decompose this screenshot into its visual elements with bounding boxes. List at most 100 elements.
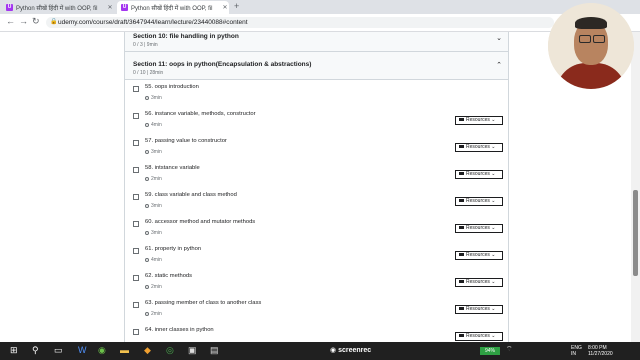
resources-label: Resources xyxy=(466,306,490,312)
lecture-item[interactable]: 58. intstance variable 2min Resources ⌄ xyxy=(124,161,509,188)
browser-tab-2[interactable]: Ü Python सीखें हिंदी में with OOP, fil ✕ xyxy=(117,1,229,14)
resources-label: Resources xyxy=(466,333,490,339)
lecture-item[interactable]: 63. passing member of class to another c… xyxy=(124,296,509,323)
date-text: 11/27/2020 xyxy=(588,351,613,357)
lecture-item[interactable]: 57. passing value to constructor 3min Re… xyxy=(124,134,509,161)
resources-button[interactable]: Resources ⌄ xyxy=(455,170,503,179)
new-tab-button[interactable]: + xyxy=(234,1,239,11)
back-arrow-icon[interactable]: ← xyxy=(6,16,15,26)
chevron-down-icon: ⌄ xyxy=(491,306,496,312)
folder-icon xyxy=(459,145,464,149)
section-10-header[interactable]: Section 10: file handling in python 0 / … xyxy=(124,32,509,52)
folder-icon xyxy=(459,172,464,176)
lecture-duration: 2min xyxy=(145,311,162,317)
page-scrollbar-thumb[interactable] xyxy=(633,190,638,276)
app-icon[interactable]: ◆ xyxy=(144,345,151,356)
clock-icon xyxy=(145,230,149,235)
chevron-down-icon: ⌄ xyxy=(491,117,496,123)
battery-indicator[interactable]: 94% xyxy=(480,347,500,355)
clock-icon xyxy=(145,95,149,100)
resources-button[interactable]: Resources ⌄ xyxy=(455,143,503,152)
lecture-checkbox[interactable] xyxy=(133,140,139,146)
lecture-item[interactable]: 62. static methods 2min Resources ⌄ xyxy=(124,269,509,296)
lecture-checkbox[interactable] xyxy=(133,329,139,335)
duration-text: 3min xyxy=(151,95,162,101)
app-icon[interactable]: ▤ xyxy=(210,345,219,356)
language-indicator[interactable]: ENG IN xyxy=(571,345,582,357)
chevron-up-icon[interactable]: ⌃ xyxy=(496,61,502,69)
lecture-checkbox[interactable] xyxy=(133,194,139,200)
webcam-overlay xyxy=(548,3,634,89)
browser-tab-1[interactable]: Ü Python सीखें हिंदी में with OOP, fil ✕ xyxy=(2,1,114,14)
lecture-title: 63. passing member of class to another c… xyxy=(145,300,262,306)
resources-button[interactable]: Resources ⌄ xyxy=(455,332,503,341)
close-tab-icon[interactable]: ✕ xyxy=(106,4,114,11)
reload-icon[interactable]: ↻ xyxy=(32,16,40,27)
lecture-item[interactable]: 64. inner classes in python Resources ⌄ xyxy=(124,323,509,342)
chrome-icon[interactable]: ◎ xyxy=(166,345,174,356)
lecture-item[interactable]: 56. instance variable, methods, construc… xyxy=(124,107,509,134)
chevron-down-icon: ⌄ xyxy=(491,333,496,339)
lecture-item[interactable]: 60. accessor method and mutator methods … xyxy=(124,215,509,242)
resources-button[interactable]: Resources ⌄ xyxy=(455,278,503,287)
lecture-duration: 3min xyxy=(145,95,162,101)
duration-text: 3min xyxy=(151,230,162,236)
resources-button[interactable]: Resources ⌄ xyxy=(455,251,503,260)
region-text: IN xyxy=(571,351,576,357)
lecture-item[interactable]: 55. oops introduction 3min xyxy=(124,80,509,107)
lecture-checkbox[interactable] xyxy=(133,167,139,173)
search-icon[interactable]: ⚲ xyxy=(32,345,39,356)
duration-text: 2min xyxy=(151,311,162,317)
windows-taskbar: ⊞ ⚲ ▭ W ◉ ▬ ◆ ◎ ▣ ▤ ◉ screenrec 94% ⌔ EN… xyxy=(0,342,640,360)
chevron-down-icon: ⌄ xyxy=(491,144,496,150)
folder-icon xyxy=(459,334,464,338)
resources-button[interactable]: Resources ⌄ xyxy=(455,224,503,233)
word-icon[interactable]: W xyxy=(78,345,87,355)
lecture-checkbox[interactable] xyxy=(133,248,139,254)
lecture-title: 56. instance variable, methods, construc… xyxy=(145,111,256,117)
resources-button[interactable]: Resources ⌄ xyxy=(455,197,503,206)
lecture-checkbox[interactable] xyxy=(133,275,139,281)
folder-icon[interactable]: ▬ xyxy=(120,345,129,355)
screenrec-label: screenrec xyxy=(338,347,372,354)
chevron-down-icon: ⌄ xyxy=(491,171,496,177)
lecture-list: 55. oops introduction 3min 56. instance … xyxy=(124,80,509,342)
tab-title: Python सीखें हिंदी में with OOP, fil xyxy=(131,5,213,12)
lecture-title: 59. class variable and class method xyxy=(145,192,237,198)
chevron-down-icon[interactable]: ⌄ xyxy=(496,34,502,42)
glasses-right xyxy=(593,35,605,43)
folder-icon xyxy=(459,118,464,122)
task-view-icon[interactable]: ▭ xyxy=(54,345,63,356)
lecture-checkbox[interactable] xyxy=(133,221,139,227)
lecture-checkbox[interactable] xyxy=(133,302,139,308)
duration-text: 4min xyxy=(151,122,162,128)
folder-icon xyxy=(459,253,464,257)
section-11-header[interactable]: Section 11: oops in python(Encapsulation… xyxy=(124,52,509,80)
folder-icon xyxy=(459,280,464,284)
section-title: Section 10: file handling in python xyxy=(133,33,239,40)
resources-label: Resources xyxy=(466,279,490,285)
windows-start-icon[interactable]: ⊞ xyxy=(10,345,18,356)
resources-button[interactable]: Resources ⌄ xyxy=(455,305,503,314)
url-field[interactable]: 🔒 udemy.com/course/draft/3647944/learn/l… xyxy=(46,17,554,28)
duration-text: 3min xyxy=(151,203,162,209)
lecture-checkbox[interactable] xyxy=(133,113,139,119)
tab-title: Python सीखें हिंदी में with OOP, fil xyxy=(16,5,98,12)
app-icon[interactable]: ◉ xyxy=(98,345,106,356)
lecture-duration: 4min xyxy=(145,257,162,263)
lecture-item[interactable]: 61. property in python 4min Resources ⌄ xyxy=(124,242,509,269)
resources-button[interactable]: Resources ⌄ xyxy=(455,116,503,125)
udemy-favicon-icon: Ü xyxy=(6,4,13,11)
lecture-title: 61. property in python xyxy=(145,246,202,252)
clock[interactable]: 8:00 PM 11/27/2020 xyxy=(588,345,613,357)
forward-arrow-icon[interactable]: → xyxy=(19,16,28,26)
lecture-item[interactable]: 59. class variable and class method 3min… xyxy=(124,188,509,215)
wifi-icon[interactable]: ⌔ xyxy=(506,345,513,354)
clock-icon xyxy=(145,149,149,154)
close-tab-icon[interactable]: ✕ xyxy=(221,4,229,11)
app-icon[interactable]: ▣ xyxy=(188,345,197,356)
lecture-checkbox[interactable] xyxy=(133,86,139,92)
lecture-duration: 4min xyxy=(145,122,162,128)
chevron-down-icon: ⌄ xyxy=(491,252,496,258)
lecture-duration: 3min xyxy=(145,203,162,209)
